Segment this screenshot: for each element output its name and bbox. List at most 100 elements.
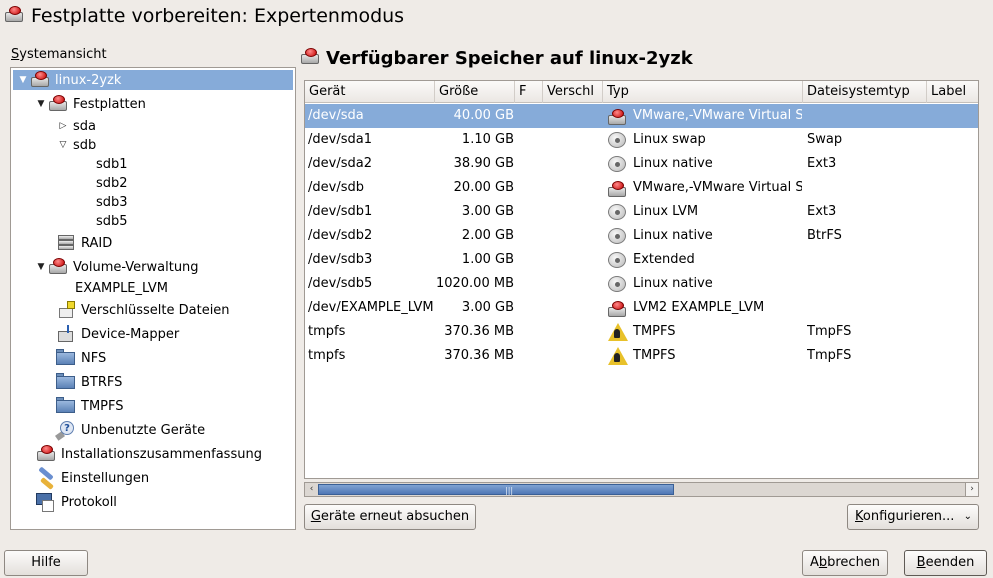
expand-arrow-icon[interactable]: ▼	[17, 75, 29, 85]
tree-item-einstellungen[interactable]: Einstellungen	[35, 466, 149, 490]
cell-type-label: Linux swap	[633, 132, 706, 147]
column-header-type[interactable]: Typ	[603, 81, 803, 103]
tree-item-nfs[interactable]: NFS	[55, 348, 106, 368]
table-row[interactable]: /dev/sdb5 1020.00 MB Linux native	[305, 272, 978, 296]
cell-size: 3.00 GB	[461, 204, 514, 219]
scroll-right-icon[interactable]: ›	[965, 483, 978, 496]
folder-icon	[55, 349, 77, 367]
table-row[interactable]: /dev/EXAMPLE_LVM 3.00 GB LVM2 EXAMPLE_LVM	[305, 296, 978, 320]
table-row[interactable]: tmpfs 370.36 MB TMPFS TmpFS	[305, 320, 978, 344]
table-row[interactable]: /dev/sda1 1.10 GB Linux swap Swap	[305, 128, 978, 152]
grip-icon: |||	[505, 486, 514, 495]
sidebar-label: Systemansicht	[11, 47, 107, 62]
cell-type-label: Linux native	[633, 228, 713, 243]
folder-icon	[55, 373, 77, 391]
tree-item-festplatten[interactable]: ▼ Festplatten	[35, 94, 146, 114]
harddisk-red-icon	[4, 6, 26, 26]
table-row[interactable]: /dev/sdb3 1.00 GB Extended	[305, 248, 978, 272]
cell-size: 3.00 GB	[461, 300, 514, 315]
harddisk-red-icon	[35, 445, 57, 463]
tree-item-label: sdb	[73, 137, 97, 153]
column-header-label[interactable]: Label	[927, 81, 978, 103]
horizontal-scrollbar[interactable]: ‹ ||| ›	[304, 482, 979, 497]
tree-item-sdb1[interactable]: sdb1	[96, 154, 128, 174]
cell-device: /dev/sdb	[308, 180, 364, 195]
column-header-size[interactable]: Größe	[435, 81, 515, 103]
tree-item-sdb2[interactable]: sdb2	[96, 173, 128, 193]
harddisk-red-icon-shape	[607, 181, 627, 199]
table-row[interactable]: /dev/sdb1 3.00 GB Linux LVM Ext3	[305, 200, 978, 224]
tree-item-label: sda	[73, 118, 96, 134]
system-view-tree[interactable]: ▼ linux-2yzk ▼ Festplatten ▷ sda ▽ sdb s…	[10, 67, 296, 530]
tree-item-example-lvm[interactable]: EXAMPLE_LVM	[75, 278, 168, 298]
harddisk-gray-shape	[608, 251, 626, 268]
cell-type-label: Linux native	[633, 156, 713, 171]
expand-arrow-icon[interactable]: ▼	[35, 99, 47, 109]
disk-dot	[612, 109, 624, 118]
tree-item-sdb5[interactable]: sdb5	[96, 211, 128, 231]
cell-type: Linux swap	[607, 128, 802, 152]
cell-type: Linux native	[607, 152, 802, 176]
help-button[interactable]: Hilfe	[4, 550, 88, 576]
finish-button[interactable]: Beenden	[904, 550, 987, 576]
tree-item-raid[interactable]: RAID	[55, 233, 112, 253]
tree-item-label: NFS	[81, 350, 107, 366]
tree-item-installationszusammenfassung[interactable]: Installationszusammenfassung	[35, 444, 262, 464]
column-header-format[interactable]: F	[515, 81, 543, 103]
harddisk-red-icon	[47, 258, 69, 276]
cell-type: TMPFS	[607, 320, 802, 344]
tree-item-tmpfs[interactable]: TMPFS	[55, 396, 124, 416]
expand-arrow-icon[interactable]: ▼	[35, 262, 47, 272]
cancel-label-rest: brechen	[827, 555, 881, 570]
scrollbar-thumb[interactable]: |||	[318, 484, 674, 495]
harddisk-red-icon	[47, 95, 69, 113]
collapsed-arrow-icon[interactable]: ▷	[57, 121, 69, 131]
tmpfs-icon	[607, 322, 628, 341]
table-row[interactable]: tmpfs 370.36 MB TMPFS TmpFS	[305, 344, 978, 368]
disk-dot	[612, 301, 624, 310]
tree-item-linux-2yzk[interactable]: ▼ linux-2yzk	[13, 70, 293, 90]
column-header-fs-type[interactable]: Dateisystemtyp	[803, 81, 927, 103]
sidebar-label-rest: ystemansicht	[19, 47, 107, 62]
tree-item-label: sdb2	[96, 175, 128, 191]
harddisk-gray-shape	[608, 275, 626, 292]
tree-item-label: Unbenutzte Geräte	[81, 422, 206, 438]
harddisk-gray-icon	[607, 251, 627, 269]
tree-item-label: sdb5	[96, 213, 128, 229]
column-header-encryption[interactable]: Verschl	[543, 81, 603, 103]
table-row[interactable]: /dev/sda 40.00 GB VMware,-VMware Virtual S	[305, 104, 978, 128]
tree-item-verschluesselte-dateien[interactable]: Verschlüsselte Dateien	[55, 300, 230, 320]
tree-item-unbenutzte-geraete[interactable]: ? Unbenutzte Geräte	[55, 420, 206, 441]
cell-device: tmpfs	[308, 324, 346, 339]
main-title-bar: Verfügbarer Speicher auf linux-2yzk	[300, 46, 693, 70]
cell-device: /dev/sda1	[308, 132, 372, 147]
rescan-devices-button[interactable]: Geräte erneut absuchen	[304, 504, 476, 530]
tree-item-device-mapper[interactable]: Device-Mapper	[55, 324, 179, 344]
table-row[interactable]: /dev/sda2 38.90 GB Linux native Ext3	[305, 152, 978, 176]
settings-icon	[35, 466, 57, 490]
scroll-left-icon[interactable]: ‹	[305, 483, 318, 496]
column-header-device[interactable]: Gerät	[305, 81, 435, 103]
tree-item-sdb[interactable]: ▽ sdb	[57, 135, 97, 155]
tree-item-sdb3[interactable]: sdb3	[96, 192, 128, 212]
cell-type: Linux native	[607, 272, 802, 296]
disk-dot	[612, 181, 624, 190]
tree-item-protokoll[interactable]: Protokoll	[35, 492, 117, 512]
tree-item-volume-verwaltung[interactable]: ▼ Volume-Verwaltung	[35, 257, 199, 277]
cancel-button[interactable]: Abbrechen	[802, 550, 888, 576]
window-title: Festplatte vorbereiten: Expertenmodus	[31, 5, 405, 27]
device-table[interactable]: Gerät Größe F Verschl Typ Dateisystemtyp…	[304, 80, 979, 479]
folder-icon	[55, 397, 77, 415]
cell-type-label: Linux native	[633, 276, 713, 291]
table-row[interactable]: /dev/sdb 20.00 GB VMware,-VMware Virtual S	[305, 176, 978, 200]
configure-button[interactable]: Konfigurieren... ⌄	[847, 504, 979, 530]
cell-type-label: TMPFS	[633, 348, 676, 363]
tree-item-label: EXAMPLE_LVM	[75, 280, 168, 296]
table-row[interactable]: /dev/sdb2 2.00 GB Linux native BtrFS	[305, 224, 978, 248]
tree-item-label: Volume-Verwaltung	[73, 259, 199, 275]
cell-device: /dev/sda	[308, 108, 364, 123]
tree-item-btrfs[interactable]: BTRFS	[55, 372, 122, 392]
tree-item-sda[interactable]: ▷ sda	[57, 116, 96, 136]
expand-arrow-icon[interactable]: ▽	[57, 140, 69, 150]
tmpfs-icon	[607, 346, 628, 365]
